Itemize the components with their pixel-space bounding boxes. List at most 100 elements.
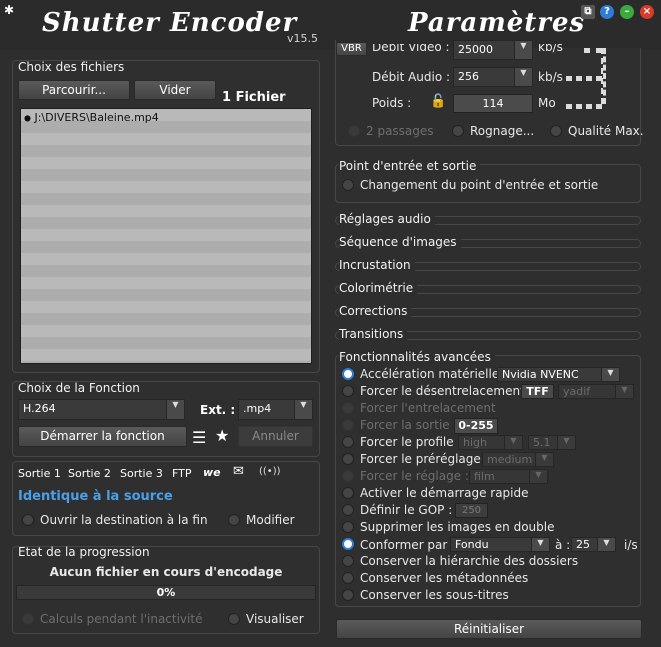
visualize-checkbox[interactable]: [228, 613, 240, 625]
section-overlay[interactable]: Incrustation: [339, 258, 415, 272]
section-corrections[interactable]: Corrections: [339, 304, 412, 318]
star-icon[interactable]: ★: [215, 426, 229, 445]
tab-output-2[interactable]: Sortie 2: [68, 467, 111, 480]
reset-button[interactable]: Réinitialiser: [336, 619, 642, 639]
interlace-checkbox[interactable]: [342, 402, 354, 414]
hw-accel-checkbox[interactable]: [342, 368, 354, 380]
dedup-label: Supprimer les images en double: [360, 520, 555, 534]
conform-checkbox[interactable]: [342, 538, 354, 550]
tune-value: film: [474, 470, 495, 483]
max-quality-checkbox[interactable]: [550, 125, 562, 137]
lock-icon[interactable]: 🔓: [430, 94, 446, 109]
link-dash: [566, 76, 602, 81]
inout-label: Changement du point d'entrée et sortie: [360, 178, 599, 192]
section-image-sequence[interactable]: Séquence d'images: [339, 235, 461, 249]
idle-calc-checkbox[interactable]: [22, 613, 34, 625]
file-list[interactable]: ● J:\DIVERS\Baleine.mp4: [20, 108, 312, 364]
settings-gear-icon[interactable]: ✱: [4, 3, 18, 17]
deinterlace-mode-select[interactable]: yadif ▼: [558, 384, 634, 399]
modify-checkbox[interactable]: [228, 514, 240, 526]
codec-select[interactable]: H.264 ▼: [18, 399, 185, 420]
gop-label: Définir le GOP :: [360, 503, 453, 517]
tune-checkbox[interactable]: [342, 470, 354, 482]
tab-output-1[interactable]: Sortie 1: [18, 467, 61, 480]
preset-label: Forcer le préréglage :: [360, 452, 489, 466]
browse-button[interactable]: Parcourir...: [18, 80, 130, 100]
keep-subtitles-label: Conserver les sous-titres: [360, 588, 509, 602]
fast-start-checkbox[interactable]: [342, 487, 354, 499]
start-function-button[interactable]: Démarrer la fonction: [18, 426, 187, 447]
chevron-down-icon: ▼: [504, 436, 522, 449]
chevron-down-icon: ▼: [529, 470, 547, 483]
ext-value: .mp4: [243, 402, 272, 415]
file-count: 1 Fichier: [222, 90, 286, 105]
open-destination-checkbox[interactable]: [22, 514, 34, 526]
wetransfer-icon[interactable]: we: [203, 466, 221, 479]
audio-bitrate-select[interactable]: 256 ▼: [453, 67, 533, 87]
help-icon[interactable]: ?: [600, 5, 614, 19]
gop-checkbox[interactable]: [342, 504, 354, 516]
fps-select[interactable]: 25 ▼: [571, 537, 616, 552]
fps-unit: i/s: [624, 538, 638, 552]
cancel-button[interactable]: Annuler: [238, 426, 313, 447]
yadif-value: yadif: [563, 385, 591, 398]
profile-checkbox[interactable]: [342, 436, 354, 448]
preset-checkbox[interactable]: [342, 453, 354, 465]
menu-icon[interactable]: ☰: [192, 428, 206, 447]
inout-checkbox[interactable]: [342, 179, 354, 191]
conform-select[interactable]: Fondu ▼: [450, 537, 550, 552]
gop-field[interactable]: 250: [455, 503, 488, 518]
tab-output-3[interactable]: Sortie 3: [120, 467, 163, 480]
dedup-checkbox[interactable]: [342, 521, 354, 533]
hw-accel-select[interactable]: Nvidia NVENC ▼: [497, 367, 620, 382]
chevron-down-icon: ▼: [615, 385, 633, 398]
keep-subtitles-checkbox[interactable]: [342, 589, 354, 601]
chevron-down-icon: ▼: [294, 400, 312, 419]
video-bitrate-select[interactable]: 25000 ▼: [453, 40, 533, 60]
tab-ftp[interactable]: FTP: [172, 467, 192, 480]
inout-title: Point d'entrée et sortie: [339, 159, 481, 173]
keep-hierarchy-checkbox[interactable]: [342, 555, 354, 567]
deinterlace-checkbox[interactable]: [342, 385, 354, 397]
size-label: Poids :: [372, 96, 412, 110]
extension-select[interactable]: .mp4 ▼: [238, 399, 313, 420]
link-dash: [566, 104, 602, 109]
tune-select[interactable]: film ▼: [469, 469, 548, 484]
two-pass-label: 2 passages: [366, 124, 434, 138]
tff-field[interactable]: TFF: [521, 384, 554, 399]
keep-hierarchy-label: Conserver la hiérarchie des dossiers: [360, 554, 579, 568]
section-transitions[interactable]: Transitions: [339, 327, 408, 341]
chevron-down-icon: ▼: [601, 368, 619, 381]
progress-title: Etat de la progression: [18, 545, 150, 559]
close-icon[interactable]: ×: [640, 5, 654, 19]
visualize-label: Visualiser: [246, 612, 304, 626]
section-audio-settings[interactable]: Réglages audio: [339, 212, 435, 226]
modify-label: Modifier: [246, 513, 295, 527]
level-value: 5.1: [533, 436, 551, 449]
mail-icon[interactable]: ✉: [233, 464, 244, 479]
output-range-field[interactable]: 0-255: [454, 418, 498, 434]
output-range-checkbox[interactable]: [342, 419, 354, 431]
crop-checkbox[interactable]: [452, 125, 464, 137]
stream-icon[interactable]: ((•)): [259, 466, 281, 477]
profile-label: Forcer le profile :: [360, 435, 462, 449]
clear-button[interactable]: Vider: [134, 80, 216, 100]
chevron-down-icon: ▼: [535, 453, 553, 466]
tune-label: Forcer le réglage :: [360, 469, 469, 483]
section-colorimetry[interactable]: Colorimétrie: [339, 281, 418, 295]
pin-icon[interactable]: ⧉: [581, 5, 595, 19]
level-select[interactable]: 5.1 ▼: [528, 435, 576, 450]
preset-select[interactable]: medium ▼: [482, 452, 554, 467]
profile-select[interactable]: high ▼: [458, 435, 523, 450]
two-pass-checkbox[interactable]: [348, 125, 360, 137]
link-dash: [584, 48, 602, 53]
vbr-button[interactable]: VBR: [336, 42, 367, 56]
audio-bitrate-unit: kb/s: [538, 70, 563, 84]
destination-link[interactable]: Identique à la source: [18, 489, 173, 504]
list-item[interactable]: ● J:\DIVERS\Baleine.mp4: [24, 111, 159, 124]
app-version: v15.5: [287, 32, 319, 45]
size-input[interactable]: 114: [453, 94, 533, 113]
minimize-icon[interactable]: –: [620, 5, 634, 19]
keep-metadata-checkbox[interactable]: [342, 572, 354, 584]
chevron-down-icon: ▼: [531, 538, 549, 551]
